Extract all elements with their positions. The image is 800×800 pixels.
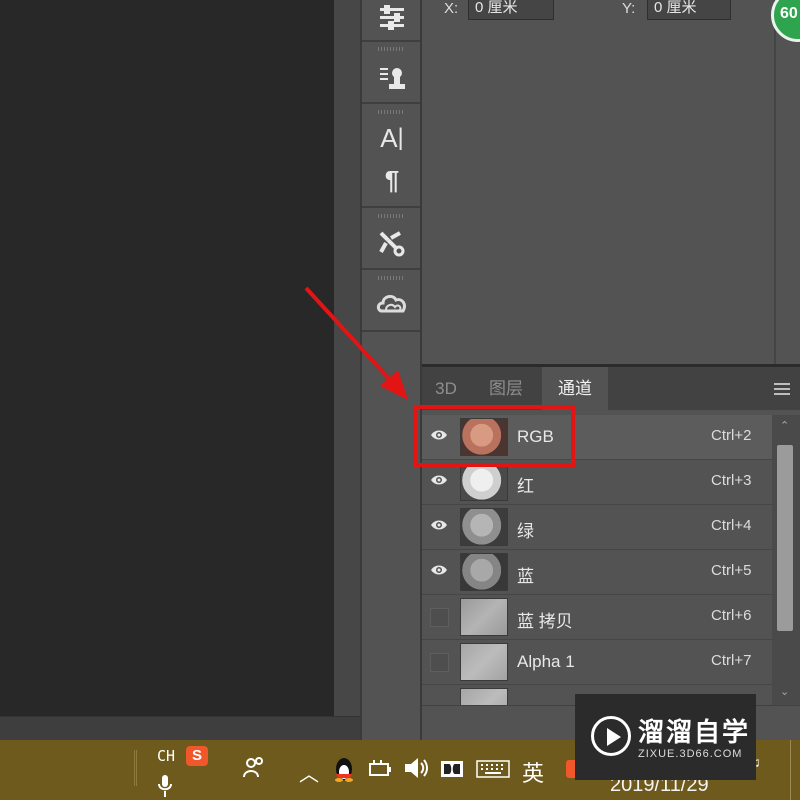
show-desktop-button[interactable] [790,740,800,800]
visibility-eye-icon[interactable] [430,474,448,486]
channel-name: 红 [517,477,534,496]
adjustments-icon[interactable] [378,4,406,32]
speaker-icon[interactable] [403,756,429,785]
channel-shortcut: Ctrl+6 [711,607,752,624]
red-arrow-annotation [304,286,408,400]
channel-row[interactable]: 蓝 Ctrl+5 [422,550,772,595]
watermark-url: ZIXUE.3D66.COM [638,748,743,760]
toolbar-grip[interactable] [378,47,404,51]
microphone-icon[interactable] [157,774,173,800]
channel-shortcut: Ctrl+7 [711,652,752,669]
taskbar-divider [134,750,137,786]
visibility-toggle-empty[interactable] [430,608,449,627]
tab-3d[interactable]: 3D [422,367,470,410]
touch-keyboard-icon[interactable] [476,760,510,783]
watermark-logo-icon [591,716,631,756]
watermark: 溜溜自学 ZIXUE.3D66.COM [575,694,756,780]
y-coordinate-input[interactable]: 0 厘米 [647,0,731,20]
channel-thumbnail [460,688,508,705]
highlight-box [413,405,575,467]
toolbar-grip[interactable] [378,276,404,280]
paragraph-icon[interactable]: ¶ [378,165,406,195]
watermark-title: 溜溜自学 [638,717,751,747]
channel-name: 蓝 [517,567,534,586]
visibility-eye-icon[interactable] [430,519,448,531]
toolbar-group-adjustments [362,0,420,42]
panel-menu-icon[interactable] [774,383,790,395]
show-hidden-icons-chevron-icon[interactable]: ︿ [299,758,319,787]
toolbar-group-clone [362,56,420,104]
channels-scrollbar[interactable]: ⌃ ⌄ [772,415,800,705]
sogou-ime-icon[interactable]: S [186,746,208,766]
visibility-toggle-empty[interactable] [430,653,449,672]
scroll-down-icon[interactable]: ⌄ [780,687,790,698]
photoshop-window: A | ¶ X: 0 厘米 Y: 0 厘米 60 3D 图层 通道 RGB Ct… [0,0,800,800]
x-coordinate-input[interactable]: 0 厘米 [468,0,554,20]
channel-row[interactable]: 绿 Ctrl+4 [422,505,772,550]
toolbar-group-presets [362,222,420,270]
tab-layers[interactable]: 图层 [474,367,538,410]
panel-tabs: 3D 图层 通道 [422,367,800,410]
visibility-eye-icon[interactable] [430,564,448,576]
scrollbar-thumb[interactable] [777,445,793,631]
people-icon[interactable] [243,756,267,783]
channel-shortcut: Ctrl+2 [711,427,752,444]
channel-shortcut: Ctrl+3 [711,472,752,489]
qq-penguin-icon[interactable] [332,756,356,782]
canvas-horizontal-scrollbar[interactable] [0,716,360,740]
clone-source-icon[interactable] [378,64,406,92]
toolbar-grip[interactable] [378,110,404,114]
ime-mode-indicator[interactable]: 英 [522,756,544,788]
channel-shortcut: Ctrl+4 [711,517,752,534]
language-indicator[interactable]: CH [157,747,175,765]
character-icon[interactable]: A | [378,123,406,153]
channel-thumbnail [460,463,508,501]
y-label: Y: [622,0,636,17]
power-plug-icon[interactable] [368,760,392,783]
toolbar-grip[interactable] [378,214,404,218]
channel-thumbnail [460,598,508,636]
toolbar-group-text: A | ¶ [362,118,420,208]
tab-channels[interactable]: 通道 [542,367,608,410]
dolby-icon[interactable] [440,760,464,783]
scroll-up-icon[interactable]: ⌃ [780,421,790,432]
channel-thumbnail [460,643,508,681]
channel-row[interactable]: Alpha 1 Ctrl+7 [422,640,772,685]
document-canvas[interactable] [0,0,334,716]
channel-thumbnail [460,508,508,546]
channel-name: 蓝 拷贝 [517,612,573,631]
channel-shortcut: Ctrl+5 [711,562,752,579]
channel-name: 绿 [517,522,534,541]
channel-thumbnail [460,553,508,591]
channel-name: Alpha 1 [517,652,575,671]
properties-panel: X: 0 厘米 Y: 0 厘米 [422,0,800,364]
tool-presets-icon[interactable] [378,230,406,258]
properties-scrollbar[interactable] [774,0,800,364]
channel-row[interactable]: 蓝 拷贝 Ctrl+6 [422,595,772,640]
x-label: X: [444,0,459,17]
